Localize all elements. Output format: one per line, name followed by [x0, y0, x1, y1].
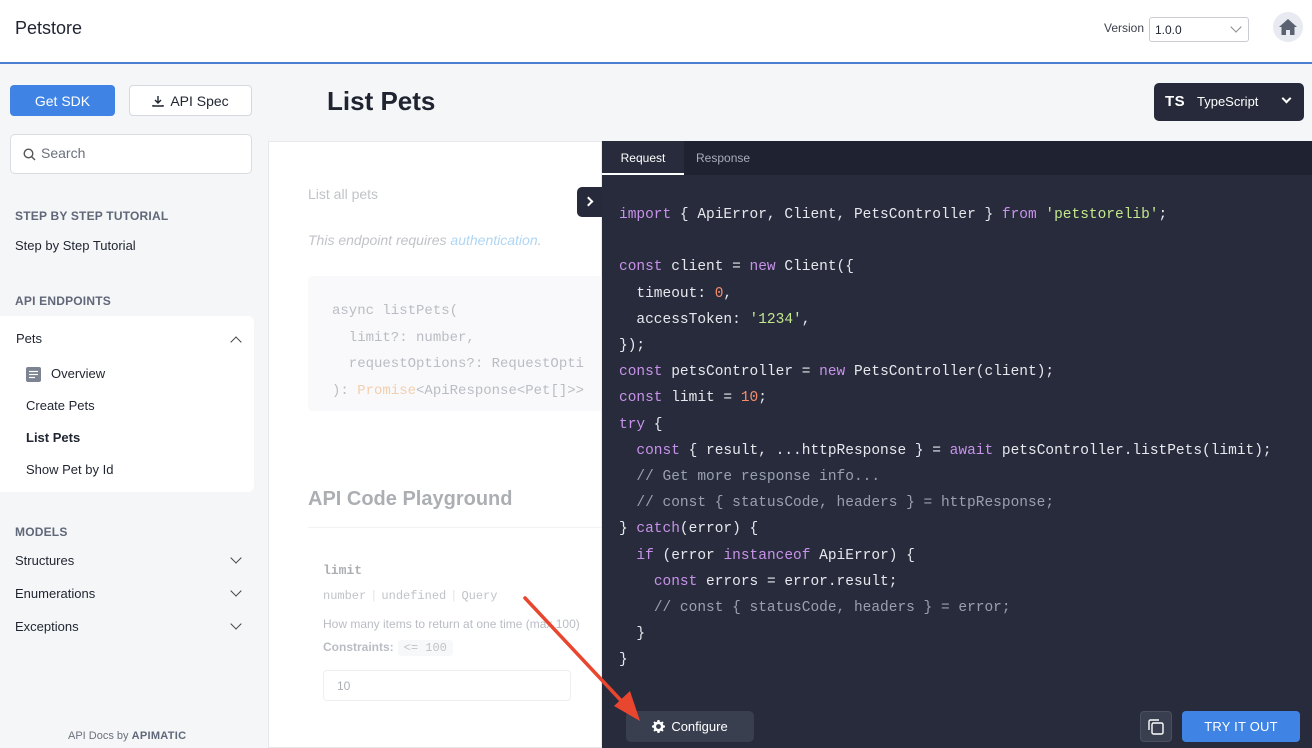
api-spec-button[interactable]: API Spec — [129, 85, 252, 116]
constraints-label: Constraints: — [323, 640, 394, 654]
param-location: Query — [461, 589, 498, 603]
search-box[interactable] — [10, 134, 252, 174]
signature-line: requestOptions?: RequestOpti — [332, 356, 585, 372]
signature-keyword: Promise — [357, 382, 417, 399]
auth-suffix: . — [537, 232, 542, 248]
signature-line: limit?: number, — [332, 329, 475, 346]
language-name: TypeScript — [1197, 94, 1259, 109]
version-select[interactable]: 1.0.0 — [1149, 17, 1249, 42]
configure-button[interactable]: Configure — [626, 711, 754, 742]
param-meta: number | undefined | Query — [323, 589, 498, 603]
chevron-down-icon — [1230, 21, 1242, 33]
page-title: List Pets — [327, 86, 436, 116]
sidebar-item-show-pet[interactable]: Show Pet by Id — [26, 462, 113, 477]
sidebar-group-pets[interactable]: Pets — [16, 331, 42, 346]
copy-icon — [1148, 719, 1164, 735]
code-sample: import { ApiError, Client, PetsControlle… — [619, 207, 1272, 669]
chevron-down-icon[interactable] — [230, 585, 242, 597]
gear-icon — [652, 720, 666, 733]
sidebar-item-create-pets[interactable]: Create Pets — [26, 398, 95, 413]
auth-prefix: This endpoint requires — [308, 232, 451, 248]
download-icon — [152, 95, 165, 107]
auth-note: This endpoint requires authentication. — [308, 232, 542, 248]
sidebar: Get SDK API Spec STEP BY STEP TUTORIAL S… — [0, 66, 267, 748]
section-title-tutorial: STEP BY STEP TUTORIAL — [15, 209, 169, 223]
constraints-value: <= 100 — [397, 640, 453, 656]
sidebar-item-exceptions[interactable]: Exceptions — [15, 619, 79, 634]
chevron-down-icon[interactable] — [230, 618, 242, 630]
get-sdk-button[interactable]: Get SDK — [10, 85, 115, 116]
search-icon — [23, 148, 36, 161]
method-signature: async listPets( limit?: number, requestO… — [308, 276, 602, 411]
sidebar-item-structures[interactable]: Structures — [15, 553, 74, 568]
section-title-models: MODELS — [15, 525, 68, 539]
param-constraints: Constraints: <= 100 — [323, 640, 453, 656]
param-description: How many items to return at one time (ma… — [323, 617, 580, 631]
param-default: undefined — [381, 589, 447, 603]
endpoint-description: List all pets — [308, 186, 379, 202]
chevron-up-icon[interactable] — [230, 336, 242, 348]
brand-title[interactable]: Petstore — [15, 18, 82, 39]
tab-request[interactable]: Request — [602, 141, 684, 175]
chevron-down-icon — [1281, 93, 1292, 104]
sidebar-item-overview[interactable]: Overview — [51, 366, 105, 381]
home-button[interactable] — [1273, 12, 1303, 42]
signature-line: ): — [332, 382, 358, 399]
footer-credit[interactable]: API Docs by APIMATIC — [68, 730, 186, 742]
chevron-right-icon — [583, 196, 594, 207]
playground-title: API Code Playground — [308, 488, 513, 510]
sidebar-item-enumerations[interactable]: Enumerations — [15, 586, 95, 601]
code-panel: Request Response import { ApiError, Clie… — [602, 141, 1312, 748]
footer-brand: APIMATIC — [131, 730, 187, 742]
version-label: Version — [1104, 21, 1145, 35]
sidebar-item-step-by-step[interactable]: Step by Step Tutorial — [15, 238, 136, 253]
limit-input[interactable]: 10 — [323, 670, 571, 701]
document-icon — [26, 367, 41, 382]
configure-label: Configure — [671, 719, 728, 734]
version-value: 1.0.0 — [1155, 23, 1182, 37]
typescript-icon: TS — [1165, 93, 1186, 110]
api-spec-label: API Spec — [170, 92, 229, 109]
signature-code: async listPets( limit?: number, requestO… — [332, 298, 584, 404]
chevron-down-icon[interactable] — [230, 552, 242, 564]
home-icon — [1279, 19, 1297, 35]
authentication-link[interactable]: authentication — [450, 232, 537, 248]
param-name: limit — [323, 563, 363, 578]
sidebar-item-list-pets[interactable]: List Pets — [26, 430, 80, 445]
try-it-out-button[interactable]: TRY IT OUT — [1182, 711, 1300, 742]
top-header: Petstore Version 1.0.0 — [0, 0, 1312, 64]
divider — [308, 527, 602, 528]
tab-response[interactable]: Response — [696, 141, 750, 175]
code-tabs: Request Response — [602, 141, 1312, 175]
pets-group: Pets Overview Create Pets List Pets Show… — [0, 316, 254, 492]
signature-line: <ApiResponse<Pet[]>> — [416, 382, 585, 399]
footer-prefix: API Docs by — [68, 730, 129, 742]
collapse-panel-button[interactable] — [577, 187, 603, 217]
copy-button[interactable] — [1140, 711, 1172, 742]
language-select[interactable]: TS TypeScript — [1154, 83, 1304, 121]
signature-line: async listPets( — [332, 303, 459, 319]
section-title-endpoints: API ENDPOINTS — [15, 294, 111, 308]
search-input[interactable] — [41, 145, 241, 161]
param-type: number — [323, 589, 367, 603]
